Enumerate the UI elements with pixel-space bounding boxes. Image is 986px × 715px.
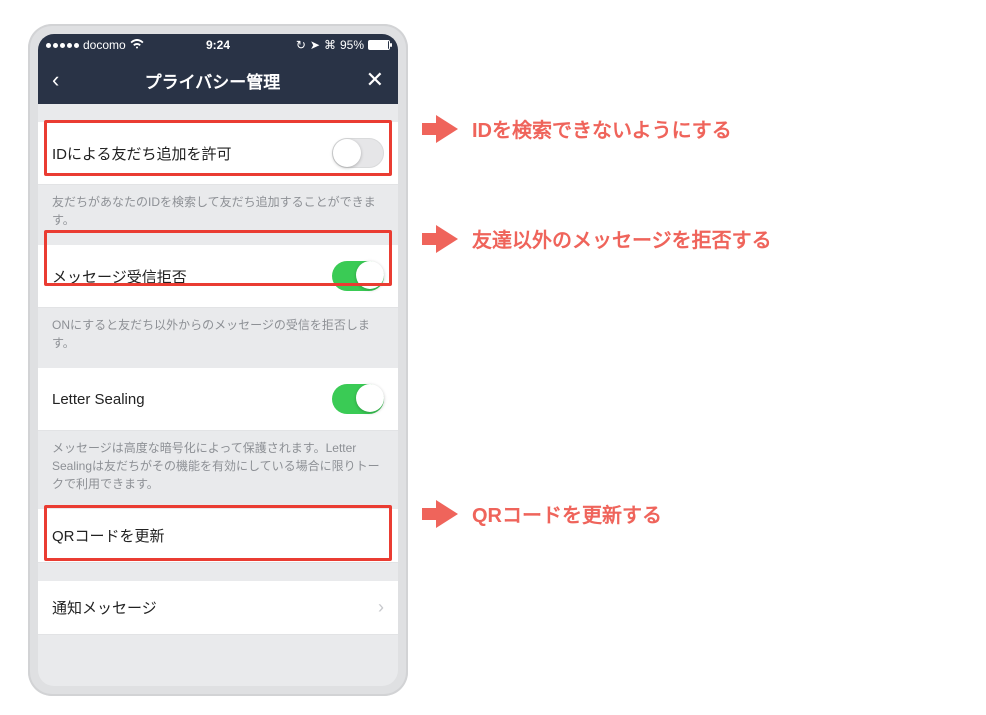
row-label: 通知メッセージ [52,597,378,618]
annotation-text: 友達以外のメッセージを拒否する [472,224,772,253]
location-icon: ➤ [310,38,320,52]
row-qr-update[interactable]: QRコードを更新 [38,509,398,563]
wifi-icon [130,38,144,52]
phone-screen: docomo 9:24 ↻ ➤ ⌘ 95% ‹ プライバシー管理 ✕ IDによ [38,34,398,686]
status-left: docomo [46,38,144,52]
chevron-right-icon: › [378,597,384,618]
page-title: プライバシー管理 [145,68,281,93]
battery-pct: 95% [340,38,364,52]
desc-allow-id: 友だちがあなたのIDを検索して友だち追加することができます。 [38,185,398,245]
settings-list: IDによる友だち追加を許可 友だちがあなたのIDを検索して友だち追加することがで… [38,104,398,635]
nav-bar: ‹ プライバシー管理 ✕ [38,56,398,104]
row-allow-id-add: IDによる友だち追加を許可 [38,122,398,185]
row-block-messages: メッセージ受信拒否 [38,245,398,308]
signal-dots-icon [46,43,79,48]
bluetooth-icon: ⌘ [324,38,336,52]
arrow-right-icon [436,500,458,528]
back-button[interactable]: ‹ [52,67,59,93]
arrow-right-icon [436,115,458,143]
row-label: メッセージ受信拒否 [52,266,332,287]
status-bar: docomo 9:24 ↻ ➤ ⌘ 95% [38,34,398,56]
annotation: IDを検索できないようにする [436,114,732,143]
toggle-block-messages[interactable] [332,261,384,291]
row-label: QRコードを更新 [52,525,384,546]
refresh-icon: ↻ [296,38,306,52]
carrier-label: docomo [83,38,126,52]
toggle-allow-id[interactable] [332,138,384,168]
arrow-right-icon [436,225,458,253]
status-right: ↻ ➤ ⌘ 95% [296,38,390,52]
row-label: IDによる友だち追加を許可 [52,143,332,164]
row-letter-sealing: Letter Sealing [38,368,398,431]
row-label: Letter Sealing [52,391,332,408]
desc-block-messages: ONにすると友だち以外からのメッセージの受信を拒否します。 [38,308,398,368]
status-time: 9:24 [206,38,230,52]
toggle-letter-sealing[interactable] [332,384,384,414]
annotation: QRコードを更新する [436,499,662,528]
desc-letter-sealing: メッセージは高度な暗号化によって保護されます。Letter Sealingは友だ… [38,431,398,509]
close-button[interactable]: ✕ [366,67,384,93]
annotation: 友達以外のメッセージを拒否する [436,224,772,253]
battery-icon [368,40,390,50]
annotation-text: QRコードを更新する [472,499,662,528]
row-notification-messages[interactable]: 通知メッセージ › [38,581,398,635]
annotation-text: IDを検索できないようにする [472,114,732,143]
phone-frame: docomo 9:24 ↻ ➤ ⌘ 95% ‹ プライバシー管理 ✕ IDによ [28,24,408,696]
